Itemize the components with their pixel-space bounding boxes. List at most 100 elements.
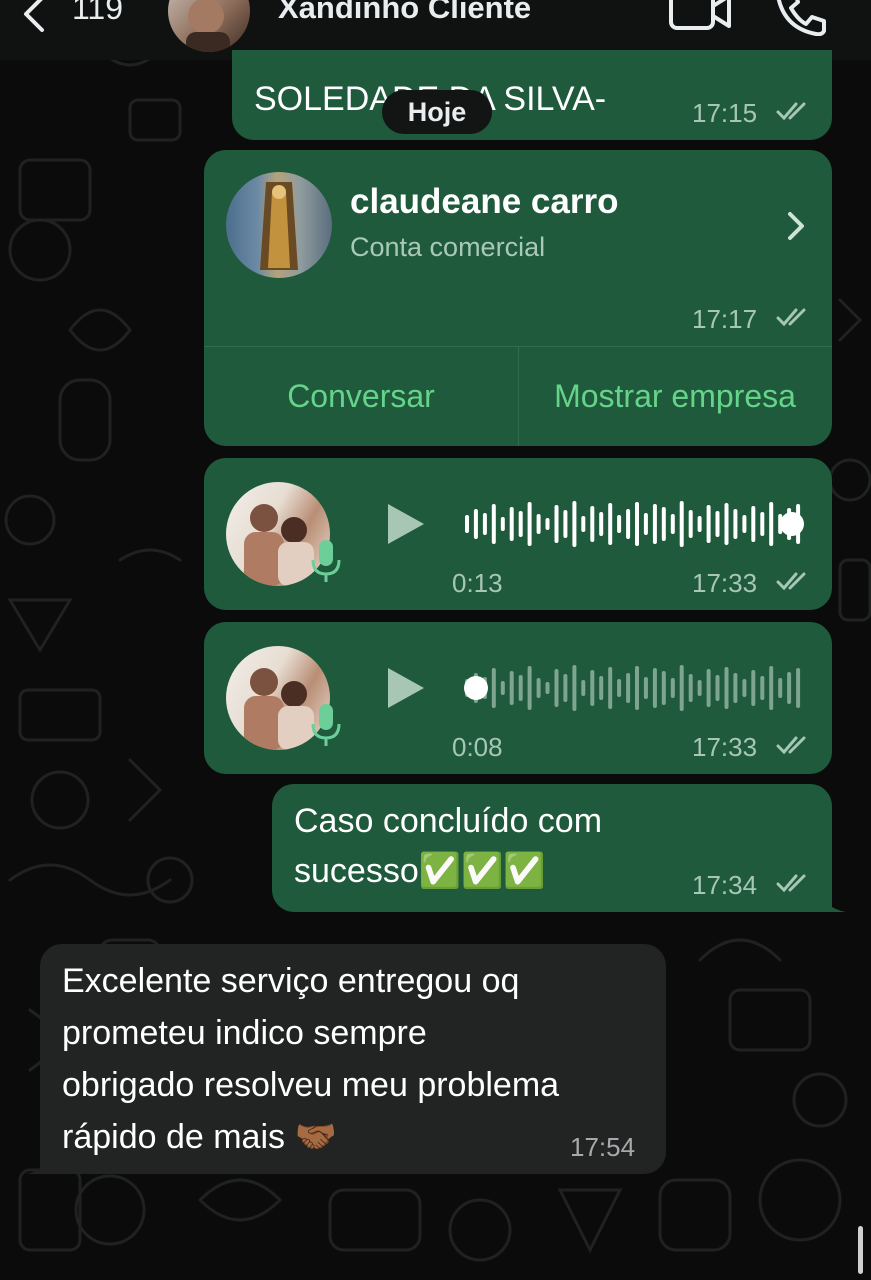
waveform-bar (500, 517, 505, 531)
message-time: 17:34 (692, 870, 758, 900)
play-icon[interactable] (384, 664, 428, 712)
message-time: 17:33 (692, 732, 758, 762)
phone-icon[interactable] (774, 0, 826, 36)
waveform-bar (518, 511, 523, 537)
playhead-dot[interactable] (780, 512, 804, 536)
avatar[interactable] (168, 0, 250, 52)
waveform-bar (769, 502, 774, 546)
incoming-message[interactable]: Excelente serviço entregou oq prometeu i… (40, 944, 666, 1174)
contact-card-message[interactable]: claudeane carro Conta comercial 17:17 Co… (204, 150, 832, 446)
read-receipt-icon (776, 102, 806, 121)
waveform-bar (697, 516, 702, 532)
waveform-bar (751, 506, 756, 542)
chevron-left-icon[interactable] (14, 0, 54, 34)
message-text: Caso concluído com (294, 802, 603, 840)
waveform-bar (769, 666, 774, 710)
waveform-bar (572, 665, 577, 711)
outgoing-message[interactable]: Caso concluído com sucesso✅✅✅ 17:34 (272, 784, 832, 912)
show-business-button[interactable]: Mostrar empresa (518, 346, 832, 446)
waveform-bar (545, 518, 550, 530)
waveform-bar (617, 679, 622, 697)
contact-card-avatar[interactable] (226, 172, 332, 278)
waveform-bar (733, 509, 738, 539)
waveform-bar (599, 512, 604, 536)
waveform-bar (518, 675, 523, 701)
waveform-bar (688, 674, 693, 702)
microphone-icon (311, 540, 341, 582)
read-receipt-icon (776, 874, 806, 893)
scrollbar[interactable] (858, 1226, 863, 1274)
conversar-button[interactable]: Conversar (204, 346, 518, 446)
waveform-bar (760, 676, 765, 700)
waveform-bar (626, 509, 631, 539)
message-time: 17:17 (692, 304, 758, 334)
date-separator: Hoje (382, 90, 492, 134)
video-camera-icon[interactable] (668, 0, 732, 32)
waveform-bar (572, 501, 577, 547)
waveform-bar (536, 514, 541, 534)
waveform-bar (545, 682, 550, 694)
microphone-icon (311, 704, 341, 746)
waveform-bar (608, 667, 613, 709)
outgoing-message[interactable]: SOLEDADE DA SILVA- 17:15 (232, 50, 832, 140)
waveform-bar (715, 511, 720, 537)
contact-card-name: claudeane carro (350, 182, 619, 221)
waveform-bar (679, 665, 684, 711)
waveform-bar (715, 675, 720, 701)
message-time: 17:54 (570, 1132, 636, 1162)
message-text: rápido de mais 🤝🏾 (62, 1118, 337, 1156)
waveform-bar (635, 666, 639, 710)
waveform-bar (563, 510, 568, 538)
waveform-bar (608, 503, 613, 545)
playhead-dot[interactable] (464, 676, 488, 700)
waveform-bar (652, 668, 657, 708)
waveform-bar (661, 507, 666, 541)
bubble-tail (820, 890, 846, 912)
audio-waveform[interactable] (464, 660, 804, 716)
waveform-bar (643, 513, 648, 535)
audio-waveform[interactable] (464, 496, 804, 552)
waveform-bar (491, 668, 496, 708)
waveform-bar (509, 507, 514, 541)
waveform-bar (778, 678, 783, 698)
waveform-bar (581, 680, 586, 696)
play-icon[interactable] (384, 500, 428, 548)
waveform-bar (473, 509, 478, 539)
waveform-bar (697, 680, 702, 696)
voice-duration: 0:13 (452, 568, 503, 598)
waveform-bar (509, 671, 514, 705)
bubble-tail (26, 1152, 52, 1174)
waveform-bar (527, 666, 532, 710)
waveform-bar (500, 681, 505, 695)
waveform-bar (563, 674, 568, 702)
voice-message[interactable]: 0:08 17:33 (204, 622, 832, 774)
waveform-bar (760, 512, 765, 536)
waveform-bar (796, 668, 801, 708)
waveform-bar (751, 670, 756, 706)
waveform-bar (482, 513, 487, 535)
voice-message[interactable]: 0:13 17:33 (204, 458, 832, 610)
waveform-bar (491, 504, 496, 544)
waveform-bar (706, 505, 711, 543)
waveform-bar (590, 506, 595, 542)
contact-name[interactable]: Xandinho Cliente (278, 0, 531, 26)
message-time: 17:33 (692, 568, 758, 598)
read-receipt-icon (776, 572, 806, 591)
waveform-bar (742, 515, 747, 533)
waveform-bar (617, 515, 622, 533)
waveform-bar (643, 677, 648, 699)
chevron-right-icon[interactable] (784, 208, 810, 244)
message-text: sucesso✅✅✅ (294, 852, 546, 890)
waveform-bar (670, 514, 675, 534)
waveform-bar (652, 504, 657, 544)
waveform-bar (581, 516, 586, 532)
waveform-bar (670, 678, 675, 698)
waveform-bar (724, 667, 729, 709)
message-time: 17:15 (692, 98, 758, 128)
waveform-bar (599, 676, 604, 700)
waveform-bar (688, 510, 693, 538)
waveform-bar (554, 669, 559, 707)
unread-count[interactable]: 119 (72, 0, 123, 27)
message-text: prometeu indico sempre (62, 1014, 427, 1052)
waveform-bar (626, 673, 631, 703)
